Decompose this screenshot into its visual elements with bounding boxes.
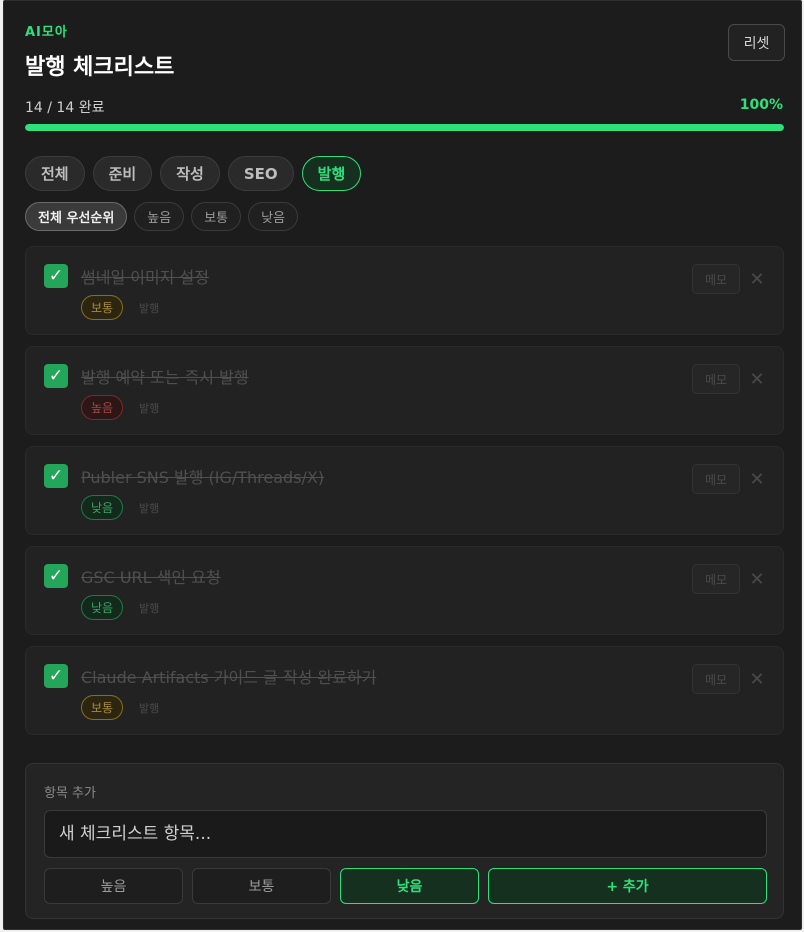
checklist-panel: AI모아 발행 체크리스트 리셋 14 / 14 완료 100% 전체 준비 작성 S… bbox=[3, 0, 802, 930]
add-item-button[interactable]: + 추가 bbox=[488, 868, 767, 904]
category-tabs: 전체 준비 작성 SEO 발행 bbox=[25, 156, 362, 191]
memo-button[interactable]: 메모 bbox=[692, 664, 740, 694]
checkbox[interactable]: ✓ bbox=[44, 264, 68, 288]
category-label: 발행 bbox=[139, 402, 160, 415]
progress-bar bbox=[25, 124, 784, 131]
memo-button[interactable]: 메모 bbox=[692, 464, 740, 494]
priority-filter-2[interactable]: 보통 bbox=[191, 202, 242, 231]
category-label: 발행 bbox=[139, 602, 160, 615]
delete-icon[interactable]: ✕ bbox=[748, 367, 766, 391]
brand-label: AI모아 bbox=[25, 25, 68, 40]
priority-filter-1[interactable]: 높음 bbox=[134, 202, 185, 231]
priority-badge: 낮음 bbox=[81, 495, 124, 520]
checklist-item: ✓ 썸네일 이미지 설정보통 발행 메모 ✕ bbox=[25, 246, 784, 335]
priority-badge: 높음 bbox=[81, 395, 124, 420]
priority-badge: 보통 bbox=[81, 695, 124, 720]
tab-4[interactable]: 발행 bbox=[301, 156, 362, 191]
checkbox[interactable]: ✓ bbox=[44, 664, 68, 688]
checklist-item: ✓ 발행 예약 또는 즉시 발행높음 발행 메모 ✕ bbox=[25, 346, 784, 435]
delete-icon[interactable]: ✕ bbox=[748, 467, 766, 491]
add-item-panel: 항목 추가 높음보통낮음+ 추가 bbox=[25, 763, 784, 919]
page-title: 발행 체크리스트 bbox=[25, 55, 175, 80]
checkbox[interactable]: ✓ bbox=[44, 464, 68, 488]
progress-fill bbox=[25, 124, 784, 131]
category-label: 발행 bbox=[139, 502, 160, 515]
category-label: 발행 bbox=[139, 302, 160, 315]
item-title: GSC URL 색인 요청 bbox=[81, 568, 221, 587]
progress-count: 14 / 14 완료 bbox=[25, 100, 105, 116]
progress-percent: 100% bbox=[739, 97, 783, 113]
delete-icon[interactable]: ✕ bbox=[748, 567, 766, 591]
tab-1[interactable]: 준비 bbox=[92, 156, 153, 191]
item-title: 썸네일 이미지 설정 bbox=[81, 268, 209, 287]
item-title: 발행 예약 또는 즉시 발행 bbox=[81, 368, 249, 387]
priority-filter-3[interactable]: 낮음 bbox=[248, 202, 299, 231]
checkbox[interactable]: ✓ bbox=[44, 364, 68, 388]
checkbox[interactable]: ✓ bbox=[44, 564, 68, 588]
tab-0[interactable]: 전체 bbox=[25, 156, 85, 191]
checklist-items: ✓ 썸네일 이미지 설정 보통 발행 메모 ✕ ✓ 발행 예약 또는 즉시 발행 높음 발행 메모 ✕… bbox=[25, 246, 784, 746]
delete-icon[interactable]: ✕ bbox=[748, 667, 766, 691]
item-title: Publer SNS 발행 (IG/Threads/X) bbox=[81, 468, 325, 487]
reset-button[interactable]: 리셋 bbox=[728, 24, 785, 61]
add-item-label: 항목 추가 bbox=[44, 786, 96, 801]
priority-badge: 보통 bbox=[81, 295, 124, 320]
priority-filter-0[interactable]: 전체 우선순위 bbox=[25, 202, 128, 231]
new-item-input[interactable] bbox=[44, 810, 767, 858]
priority-badge: 낮음 bbox=[81, 595, 124, 620]
checklist-item: ✓ Publer SNS 발행 (IG/Threads/X) 낮음 발행 메모 ✕ bbox=[25, 446, 784, 535]
new-item-priority-0[interactable]: 높음 bbox=[44, 868, 183, 904]
memo-button[interactable]: 메모 bbox=[692, 564, 740, 594]
add-item-controls: 높음 보통 낮음 + 추가 bbox=[44, 868, 767, 904]
item-title: Claude Artifacts 가이드 글 작성 완료하기 bbox=[81, 668, 377, 687]
delete-icon[interactable]: ✕ bbox=[748, 267, 766, 291]
priority-filters: 전체 우선순위 높음 보통 낮음 bbox=[25, 202, 299, 231]
tab-3[interactable]: SEO bbox=[227, 156, 294, 191]
memo-button[interactable]: 메모 bbox=[692, 364, 740, 394]
checklist-item: ✓ GSC URL 색인 요청낮음 발행 메모 ✕ bbox=[25, 546, 784, 635]
memo-button[interactable]: 메모 bbox=[692, 264, 740, 294]
category-label: 발행 bbox=[139, 702, 160, 715]
tab-2[interactable]: 작성 bbox=[160, 156, 220, 191]
new-item-priority-2[interactable]: 낮음 bbox=[340, 868, 479, 904]
checklist-item: ✓ Claude Artifacts 가이드 글 작성 완료하기보통 발행 메모 ✕ bbox=[25, 646, 784, 735]
new-item-priority-1[interactable]: 보통 bbox=[192, 868, 331, 904]
